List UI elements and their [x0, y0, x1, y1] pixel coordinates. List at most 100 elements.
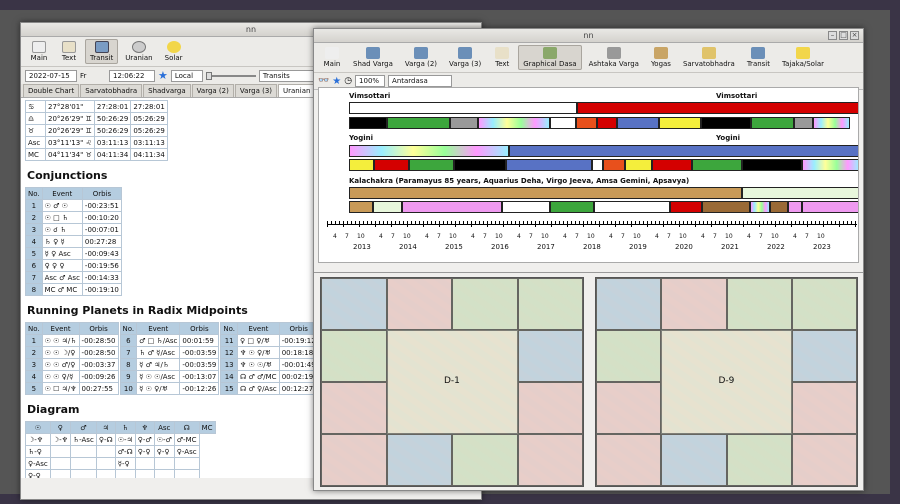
- dasa-period[interactable]: [409, 159, 454, 171]
- dasa-period[interactable]: [802, 201, 858, 213]
- dasa-period[interactable]: [750, 201, 770, 213]
- house-cell[interactable]: [386, 434, 452, 486]
- dasa-period[interactable]: [506, 159, 592, 171]
- zoom-select[interactable]: 100%: [355, 75, 386, 87]
- main-button[interactable]: Main: [25, 39, 53, 64]
- uranian-button[interactable]: Uranian: [120, 39, 157, 64]
- right-window-titlebar[interactable]: nn – □ ×: [314, 29, 863, 43]
- dasa-period[interactable]: [742, 159, 802, 171]
- dasa-period[interactable]: [402, 201, 502, 213]
- dasa-period[interactable]: [670, 201, 702, 213]
- graphical-dasa-button[interactable]: Graphical Dasa: [518, 45, 582, 70]
- house-cell[interactable]: [596, 434, 662, 486]
- dasa-period[interactable]: [594, 201, 670, 213]
- date-field[interactable]: 2022-07-15: [25, 69, 77, 82]
- transit-button[interactable]: Transit: [85, 39, 119, 64]
- dasa-period[interactable]: [802, 159, 858, 171]
- dasa-period[interactable]: [592, 159, 603, 171]
- house-cell[interactable]: [661, 278, 727, 330]
- dasa-period[interactable]: [770, 201, 788, 213]
- tab-varga-3[interactable]: Varga (3): [234, 84, 278, 97]
- dasa-period[interactable]: [659, 117, 701, 129]
- dasa-period[interactable]: [509, 145, 858, 157]
- dasa-period[interactable]: [349, 145, 509, 157]
- house-cell[interactable]: [321, 330, 387, 382]
- dasa-period[interactable]: [349, 102, 577, 114]
- varga-2--button[interactable]: Varga (2): [400, 45, 442, 70]
- house-cell[interactable]: [791, 330, 857, 382]
- house-cell[interactable]: [596, 278, 662, 330]
- house-cell[interactable]: [791, 278, 857, 330]
- timezone-select[interactable]: Local: [170, 69, 203, 82]
- house-cell[interactable]: [517, 434, 583, 486]
- dasa-period[interactable]: [450, 117, 478, 129]
- dasa-period[interactable]: [349, 159, 374, 171]
- dasa-period[interactable]: [788, 201, 802, 213]
- dasa-period[interactable]: [373, 201, 402, 213]
- main-button[interactable]: Main: [318, 45, 346, 70]
- house-cell[interactable]: [517, 382, 583, 434]
- house-cell[interactable]: [452, 434, 518, 486]
- shad-varga-button[interactable]: Shad Varga: [348, 45, 398, 70]
- dasa-period[interactable]: [751, 117, 794, 129]
- house-cell[interactable]: [596, 330, 662, 382]
- dasa-period[interactable]: [597, 117, 617, 129]
- house-cell[interactable]: [386, 278, 452, 330]
- dasa-period[interactable]: [813, 117, 850, 129]
- house-cell[interactable]: [517, 330, 583, 382]
- dasa-period[interactable]: [625, 159, 652, 171]
- dasa-period[interactable]: [702, 201, 750, 213]
- house-cell[interactable]: [791, 382, 857, 434]
- tab-double-chart[interactable]: Double Chart: [23, 84, 80, 97]
- clock-icon[interactable]: ◷: [344, 76, 352, 86]
- dasa-period[interactable]: [349, 201, 373, 213]
- dasa-period[interactable]: [550, 201, 594, 213]
- dasa-period[interactable]: [742, 187, 858, 199]
- dasa-level-select[interactable]: Antardasa: [388, 75, 453, 87]
- text-button[interactable]: Text: [488, 45, 516, 70]
- close-button[interactable]: ×: [850, 31, 859, 40]
- house-cell[interactable]: [321, 434, 387, 486]
- house-cell[interactable]: [726, 434, 792, 486]
- binoculars-icon[interactable]: 👓: [318, 76, 329, 86]
- tab-uranian[interactable]: Uranian: [278, 84, 316, 97]
- time-slider[interactable]: [205, 71, 256, 80]
- house-cell[interactable]: [661, 434, 727, 486]
- time-field[interactable]: 12:06:22: [109, 69, 155, 82]
- dasa-period[interactable]: [478, 117, 550, 129]
- ashtaka-varga-button[interactable]: Ashtaka Varga: [584, 45, 644, 70]
- minimize-button[interactable]: –: [828, 31, 837, 40]
- house-cell[interactable]: [596, 382, 662, 434]
- tab-varga-2[interactable]: Varga (2): [191, 84, 234, 97]
- star-icon[interactable]: ★: [332, 76, 341, 87]
- now-star-icon[interactable]: ★: [158, 69, 168, 82]
- transit-button[interactable]: Transit: [742, 45, 775, 70]
- dasa-period[interactable]: [794, 117, 813, 129]
- text-button[interactable]: Text: [55, 39, 83, 64]
- house-cell[interactable]: [452, 278, 518, 330]
- tajaka-solar-button[interactable]: Tajaka/Solar: [777, 45, 829, 70]
- house-cell[interactable]: [791, 434, 857, 486]
- house-cell[interactable]: [517, 278, 583, 330]
- house-cell[interactable]: [321, 278, 387, 330]
- dasa-period[interactable]: [550, 117, 576, 129]
- dasa-period[interactable]: [603, 159, 625, 171]
- tab-sarvatobhadra[interactable]: Sarvatobhadra: [80, 84, 143, 97]
- solar-button[interactable]: Solar: [160, 39, 188, 64]
- sarvatobhadra-button[interactable]: Sarvatobhadra: [678, 45, 740, 70]
- tab-shadvarga[interactable]: Shadvarga: [143, 84, 191, 97]
- dasa-period[interactable]: [617, 117, 659, 129]
- dasa-period[interactable]: [349, 117, 387, 129]
- maximize-button[interactable]: □: [839, 31, 848, 40]
- dasa-period[interactable]: [349, 187, 742, 199]
- dasa-period[interactable]: [454, 159, 506, 171]
- dasa-period[interactable]: [576, 117, 597, 129]
- house-cell[interactable]: [321, 382, 387, 434]
- yogas-button[interactable]: Yogas: [646, 45, 676, 70]
- mode-select[interactable]: Transits: [258, 69, 315, 82]
- dasa-period[interactable]: [577, 102, 858, 114]
- dasa-period[interactable]: [701, 117, 751, 129]
- dasa-period[interactable]: [502, 201, 550, 213]
- chart-d9[interactable]: D-9: [595, 277, 858, 487]
- dasa-period[interactable]: [692, 159, 742, 171]
